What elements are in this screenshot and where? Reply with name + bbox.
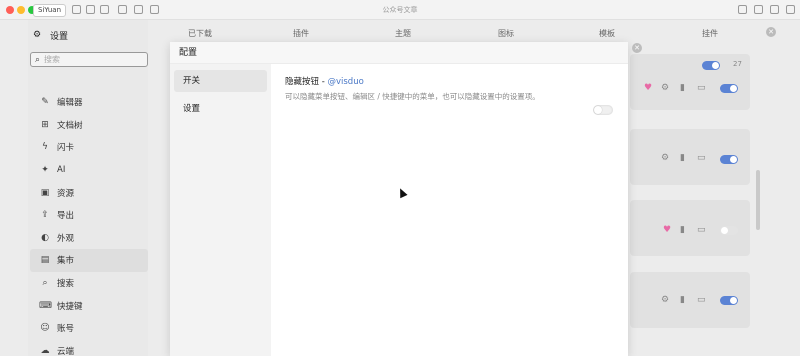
trash-icon[interactable]: ▮ xyxy=(680,83,685,93)
flash-icon: ϟ xyxy=(42,142,48,153)
nav-item-label: 外观 xyxy=(57,233,75,244)
folder-icon[interactable]: ▭ xyxy=(697,225,706,235)
nav-item-label: 搜索 xyxy=(57,279,75,290)
window-titlebar: SiYuan 公众号文章 xyxy=(0,0,800,20)
folder-icon[interactable]: ▭ xyxy=(697,83,706,93)
nav-item-label: AI xyxy=(57,165,66,176)
plugin-toggle[interactable] xyxy=(720,226,738,235)
search-icon: ⌕ xyxy=(42,278,48,289)
settings-header: ⚙ 设置 xyxy=(30,26,148,44)
option-author-link[interactable]: @visduo xyxy=(327,77,363,87)
nav-item-ai[interactable]: ✦ AI xyxy=(30,159,148,182)
search-icon: ⌕ xyxy=(35,54,41,65)
gear-icon[interactable]: ⚙ xyxy=(661,153,669,163)
dialog-title: 配置 xyxy=(170,42,628,64)
heart-icon[interactable]: ♥ xyxy=(644,83,652,93)
gear-icon: ⚙ xyxy=(32,30,42,40)
option-description: 可以隐藏菜单按钮、编辑区 / 快捷键中的菜单，也可以隐藏设置中的设置项。 xyxy=(285,92,540,101)
more-icon[interactable] xyxy=(786,5,795,14)
nav-item-appearance[interactable]: ◐ 外观 xyxy=(30,227,148,250)
plugin-card xyxy=(630,54,750,110)
nav-item-label: 账号 xyxy=(57,324,75,335)
nav-item-keymap[interactable]: ⌨ 快捷键 xyxy=(30,294,148,317)
folder-icon[interactable]: ▭ xyxy=(697,295,706,305)
palette-icon: ◐ xyxy=(41,232,49,243)
nav-item-label: 闪卡 xyxy=(57,143,75,154)
heart-icon[interactable]: ♥ xyxy=(663,225,671,235)
image-icon: ▣ xyxy=(40,187,50,198)
store-icon: ▤ xyxy=(40,255,50,266)
gear-icon[interactable]: ⚙ xyxy=(661,83,669,93)
export-icon: ⇪ xyxy=(41,210,49,221)
settings-nav-list: ✎ 编辑器 ⊞ 文档树 ϟ 闪卡 ✦ AI ▣ 资源 ⇪ 导出 ◐ 外观 ▤ 集市 ⌕ 搜索 ⌨ 快… xyxy=(30,91,148,356)
dialog-close-button[interactable]: ✕ xyxy=(632,43,642,53)
settings-title: 设置 xyxy=(50,31,69,42)
nav-item-flashcard[interactable]: ϟ 闪卡 xyxy=(30,136,148,159)
nav-item-bazaar[interactable]: ▤ 集市 xyxy=(30,249,148,272)
tab-templates[interactable]: 模板 xyxy=(599,28,615,39)
window-title: 公众号文章 xyxy=(382,6,418,14)
keyboard-icon: ⌨ xyxy=(39,300,52,311)
dialog-tab-settings[interactable]: 设置 xyxy=(174,98,267,120)
settings-close-button[interactable]: ✕ xyxy=(766,27,776,37)
plugin-toggle[interactable] xyxy=(720,296,738,305)
tab-icons[interactable]: 图标 xyxy=(498,28,514,39)
plugin-count: 27 xyxy=(733,60,742,68)
plugin-toggle[interactable] xyxy=(720,84,738,93)
tab-plugins[interactable]: 插件 xyxy=(293,28,309,39)
settings-search-input[interactable]: ⌕ 搜索 xyxy=(30,52,148,67)
settings-nav: ⚙ 设置 ⌕ 搜索 ✎ 编辑器 ⊞ 文档树 ϟ 闪卡 ✦ AI ▣ 资源 ⇪ 导出 ◐ 外观 … xyxy=(30,26,148,356)
plugin-config-dialog: 配置 开关 设置 隐藏按钮 - @visduo 可以隐藏菜单按钮、编辑区 / 快… xyxy=(170,42,628,356)
nav-item-doc-tree[interactable]: ⊞ 文档树 xyxy=(30,114,148,137)
ai-icon: ✦ xyxy=(41,165,49,176)
nav-item-editor[interactable]: ✎ 编辑器 xyxy=(30,91,148,114)
pencil-icon: ✎ xyxy=(41,97,49,108)
nav-item-search[interactable]: ⌕ 搜索 xyxy=(30,272,148,295)
trash-icon[interactable]: ▮ xyxy=(680,153,685,163)
dialog-content: 隐藏按钮 - @visduo 可以隐藏菜单按钮、编辑区 / 快捷键中的菜单，也可… xyxy=(271,64,628,356)
trash-icon[interactable]: ▮ xyxy=(680,225,685,235)
hide-buttons-toggle[interactable] xyxy=(593,105,613,115)
tree-icon: ⊞ xyxy=(41,119,49,130)
scrollbar[interactable] xyxy=(756,170,760,230)
nav-item-label: 导出 xyxy=(57,211,75,222)
nav-item-label: 文档树 xyxy=(57,120,83,131)
nav-item-export[interactable]: ⇪ 导出 xyxy=(30,204,148,227)
nav-item-cloud[interactable]: ☁ 云端 xyxy=(30,340,148,356)
trash-icon[interactable]: ▮ xyxy=(680,295,685,305)
nav-item-label: 资源 xyxy=(57,188,75,199)
nav-item-label: 云端 xyxy=(57,346,75,356)
dialog-tab-switches[interactable]: 开关 xyxy=(174,70,267,92)
gear-icon[interactable]: ⚙ xyxy=(661,295,669,305)
tab-downloaded[interactable]: 已下载 xyxy=(188,28,212,39)
nav-item-label: 编辑器 xyxy=(57,98,83,109)
nav-item-assets[interactable]: ▣ 资源 xyxy=(30,181,148,204)
folder-icon[interactable]: ▭ xyxy=(697,153,706,163)
user-icon: ☺ xyxy=(40,323,50,334)
dialog-sidebar: 开关 设置 xyxy=(170,64,271,356)
tab-icon[interactable] xyxy=(770,5,779,14)
option-title: 隐藏按钮 - @visduo xyxy=(285,75,364,87)
option-title-text: 隐藏按钮 - xyxy=(285,77,328,87)
fullscreen-icon[interactable] xyxy=(738,5,747,14)
cloud-icon: ☁ xyxy=(40,345,50,356)
tab-themes[interactable]: 主题 xyxy=(395,28,411,39)
plugin-toggle[interactable] xyxy=(720,155,738,164)
nav-item-account[interactable]: ☺ 账号 xyxy=(30,317,148,340)
nav-item-label: 集市 xyxy=(57,256,75,267)
tab-widgets[interactable]: 挂件 xyxy=(702,28,718,39)
image-icon[interactable] xyxy=(754,5,763,14)
nav-item-label: 快捷键 xyxy=(57,301,83,312)
search-placeholder: 搜索 xyxy=(44,55,61,64)
plugin-toggle[interactable] xyxy=(702,61,720,70)
